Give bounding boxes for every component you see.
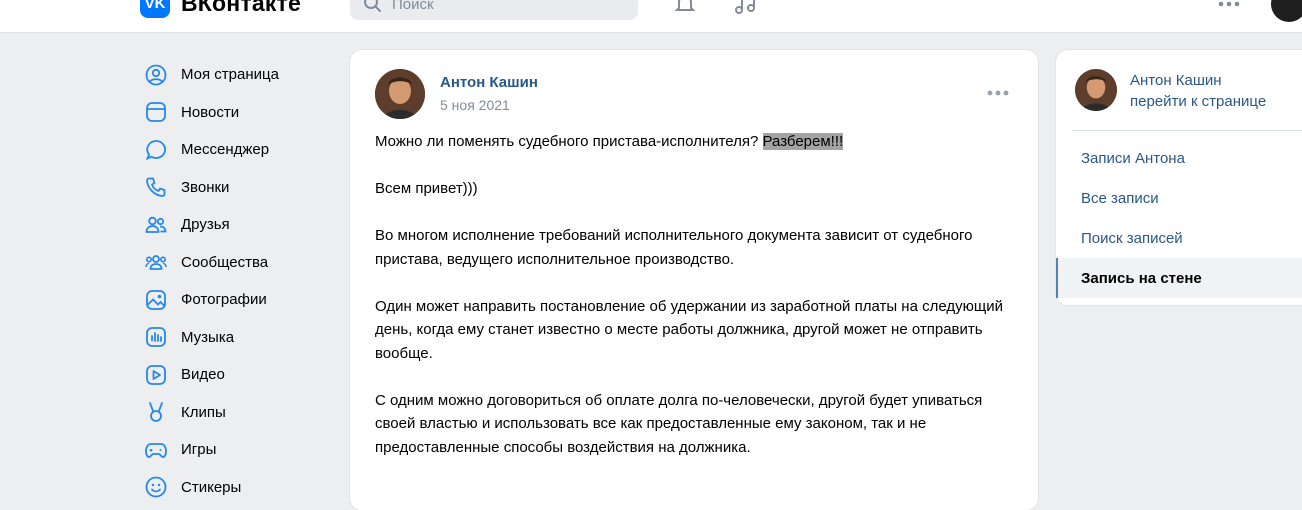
nav-item-music[interactable]: Музыка (145, 319, 335, 357)
left-sidebar: Моя страница Новости Мессенджер Звонки Д… (145, 56, 335, 506)
right-sidebar-card: Антон Кашин перейти к странице Записи Ан… (1056, 50, 1302, 305)
nav-label: Мессенджер (181, 141, 270, 159)
user-circle-icon (145, 64, 167, 86)
nav-item-friends[interactable]: Друзья (145, 206, 335, 244)
more-options-icon[interactable] (986, 87, 1010, 99)
nav-label: Звонки (181, 178, 230, 196)
post-paragraph: Один может направить постановление об уд… (375, 297, 1003, 362)
sticker-icon (145, 476, 167, 498)
nav-label: Игры (181, 441, 217, 459)
nav-label: Клипы (181, 403, 226, 421)
nav-item-my-page[interactable]: Моя страница (145, 56, 335, 94)
post-title: Можно ли поменять судебного пристава-исп… (375, 130, 1015, 154)
photo-icon (146, 289, 166, 310)
bell-icon[interactable] (673, 0, 697, 16)
menu-item-all-posts[interactable]: Все записи (1056, 178, 1302, 218)
video-icon (146, 364, 166, 385)
vk-logo-icon: VK (140, 0, 170, 18)
go-to-page-link[interactable]: перейти к странице (1130, 93, 1266, 110)
search-input[interactable]: Поиск (350, 0, 638, 20)
logo-text: ВКонтакте (181, 0, 302, 16)
nav-label: Новости (181, 103, 240, 121)
menu-item-search-posts[interactable]: Поиск записей (1056, 218, 1302, 258)
search-placeholder: Поиск (392, 0, 434, 13)
post-paragraph: Во многом исполнение требований исполнит… (375, 227, 973, 268)
top-header: VK ВКонтакте Поиск (0, 0, 1302, 33)
nav-label: Моя страница (181, 66, 279, 84)
phone-icon (146, 177, 166, 198)
gamepad-icon (145, 442, 167, 458)
nav-item-messenger[interactable]: Мессенджер (145, 131, 335, 169)
nav-label: Друзья (181, 216, 230, 234)
apps-grid-icon[interactable] (1217, 0, 1241, 16)
menu-item-wall-post[interactable]: Запись на стене (1056, 258, 1302, 298)
nav-item-stickers[interactable]: Стикеры (145, 469, 335, 507)
music-note-icon[interactable] (733, 0, 757, 16)
vk-logo[interactable]: VK ВКонтакте (140, 0, 301, 18)
author-avatar[interactable] (375, 69, 425, 119)
music-icon (146, 327, 166, 348)
nav-item-news[interactable]: Новости (145, 94, 335, 132)
nav-item-photos[interactable]: Фотографии (145, 281, 335, 319)
post-paragraph: С одним можно договориться об оплате дол… (375, 391, 983, 456)
search-icon (364, 0, 381, 12)
wall-post: Антон Кашин 5 ноя 2021 Можно ли поменять… (350, 50, 1038, 510)
nav-label: Видео (181, 366, 225, 384)
selected-text-highlight: Разберем!!! (762, 133, 844, 150)
nav-item-communities[interactable]: Сообщества (145, 244, 335, 282)
nav-label: Музыка (181, 328, 235, 346)
nav-item-calls[interactable]: Звонки (145, 169, 335, 207)
nav-label: Сообщества (181, 253, 269, 271)
nav-label: Стикеры (181, 478, 242, 496)
nav-label: Фотографии (181, 291, 267, 309)
nav-item-video[interactable]: Видео (145, 356, 335, 394)
wall-menu: Записи Антона Все записи Поиск записей З… (1056, 138, 1302, 298)
news-icon (146, 102, 166, 123)
post-body: Можно ли поменять судебного пристава-исп… (375, 130, 1015, 483)
chat-bubble-icon (145, 139, 167, 160)
post-title-text: Можно ли поменять судебного пристава-исп… (375, 133, 759, 150)
nav-item-games[interactable]: Игры (145, 431, 335, 469)
side-author-photo (1075, 69, 1117, 111)
post-date[interactable]: 5 ноя 2021 (440, 97, 510, 113)
side-author-name[interactable]: Антон Кашин (1130, 72, 1222, 89)
menu-item-anton-posts[interactable]: Записи Антона (1056, 138, 1302, 178)
nav-item-clips[interactable]: Клипы (145, 394, 335, 432)
profile-avatar[interactable] (1271, 0, 1302, 22)
post-paragraph: Всем привет))) (375, 180, 478, 197)
divider (1072, 130, 1302, 131)
post-author-link[interactable]: Антон Кашин (440, 74, 538, 91)
clips-icon (149, 402, 163, 423)
friends-icon (145, 216, 167, 233)
side-author-avatar[interactable] (1075, 69, 1117, 111)
author-photo (375, 69, 425, 119)
communities-icon (145, 255, 167, 271)
